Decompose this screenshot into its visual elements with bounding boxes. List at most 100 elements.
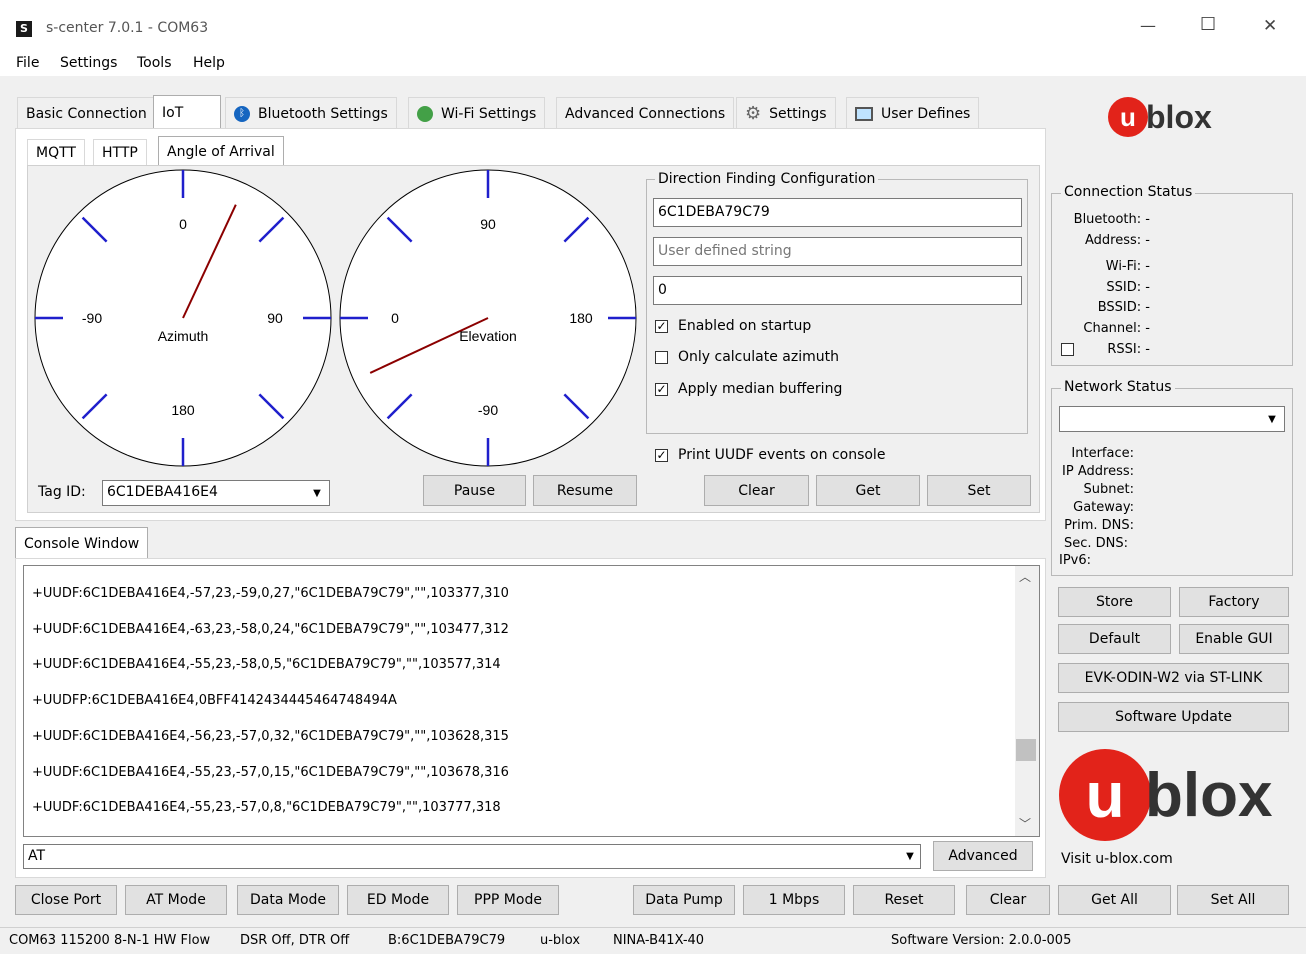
enable-gui-button[interactable]: Enable GUI — [1179, 624, 1289, 654]
bluetooth-status: Bluetooth: - — [1060, 212, 1150, 227]
azimuth-bottom-label: 180 — [171, 402, 195, 418]
scroll-down-icon[interactable]: ﹀ — [1019, 815, 1031, 832]
rssi-status: RSSI: - — [1060, 342, 1150, 357]
menu-settings[interactable]: Settings — [60, 55, 117, 71]
subtab-angle-of-arrival[interactable]: Angle of Arrival — [158, 136, 284, 166]
minimize-icon[interactable]: — — [1140, 16, 1156, 35]
status-value: - — [1145, 300, 1150, 315]
tab-iot[interactable]: IoT — [153, 95, 221, 129]
visit-ublox-link[interactable]: Visit u-blox.com — [1061, 851, 1173, 867]
scroll-thumb[interactable] — [1016, 739, 1036, 761]
status-vendor: u-blox — [540, 933, 581, 948]
network-interface-select[interactable] — [1059, 406, 1285, 432]
chevron-down-icon[interactable]: ▼ — [901, 845, 919, 868]
connection-status-title: Connection Status — [1061, 184, 1196, 200]
bluetooth-icon: ᛒ — [234, 105, 250, 122]
pause-button[interactable]: Pause — [423, 475, 526, 506]
set-config-button[interactable]: Set — [927, 475, 1031, 506]
interface-label: Interface: — [1071, 446, 1134, 461]
menu-file[interactable]: File — [16, 55, 39, 71]
ublox-logo-circle: u — [1108, 97, 1148, 137]
only-azimuth-checkbox[interactable] — [655, 351, 668, 364]
console-scrollbar[interactable] — [1015, 566, 1039, 836]
ed-mode-button[interactable]: ED Mode — [347, 885, 449, 915]
clear-config-button[interactable]: Clear — [704, 475, 809, 506]
get-config-button[interactable]: Get — [816, 475, 920, 506]
window-title: s-center 7.0.1 - COM63 — [46, 20, 209, 36]
tab-basic-connection[interactable]: Basic Connection — [17, 97, 156, 129]
channel-status: Channel: - — [1060, 321, 1150, 336]
software-update-button[interactable]: Software Update — [1058, 702, 1289, 732]
advanced-button[interactable]: Advanced — [933, 841, 1033, 871]
at-mode-button[interactable]: AT Mode — [125, 885, 227, 915]
number-field[interactable]: 0 — [653, 276, 1022, 305]
store-button[interactable]: Store — [1058, 587, 1171, 617]
status-value: - — [1145, 342, 1150, 357]
ublox-logo-circle: u — [1059, 749, 1151, 841]
direction-finding-config-title: Direction Finding Configuration — [655, 171, 879, 187]
status-value: - — [1145, 212, 1150, 227]
console-line: +UUDF:6C1DEBA416E4,-55,23,-58,0,5,"6C1DE… — [32, 657, 501, 672]
subtab-mqtt[interactable]: MQTT — [27, 139, 85, 165]
baud-rate-button[interactable]: 1 Mbps — [743, 885, 845, 915]
tab-wifi-settings[interactable]: Wi-Fi Settings — [408, 97, 546, 129]
azimuth-dial: 0 90 180 -90 Azimuth — [34, 169, 332, 467]
command-input[interactable]: AT — [23, 844, 921, 869]
app-icon: S — [16, 21, 32, 37]
tab-bluetooth-settings[interactable]: ᛒ Bluetooth Settings — [225, 97, 397, 129]
status-value: - — [1145, 280, 1150, 295]
resume-button[interactable]: Resume — [533, 475, 637, 506]
menu-tools[interactable]: Tools — [137, 55, 172, 71]
console-line: +UUDF:6C1DEBA416E4,-57,23,-59,0,27,"6C1D… — [32, 586, 509, 601]
tab-label: Basic Connection — [26, 105, 147, 122]
network-status-title: Network Status — [1061, 379, 1175, 395]
tab-label: Advanced Connections — [565, 105, 726, 122]
elevation-title: Elevation — [459, 328, 517, 344]
tab-label: MQTT — [36, 144, 76, 161]
status-dsr-dtr: DSR Off, DTR Off — [240, 933, 350, 948]
tab-label: Settings — [769, 105, 827, 122]
get-all-button[interactable]: Get All — [1058, 885, 1171, 915]
menu-help[interactable]: Help — [193, 55, 225, 71]
print-uudf-checkbox[interactable]: ✓ — [655, 449, 668, 462]
ppp-mode-button[interactable]: PPP Mode — [457, 885, 559, 915]
data-pump-button[interactable]: Data Pump — [633, 885, 735, 915]
anchor-id-field[interactable]: 6C1DEBA79C79 — [653, 198, 1022, 227]
secondary-dns-label: Sec. DNS: — [1063, 536, 1128, 551]
set-all-button[interactable]: Set All — [1177, 885, 1289, 915]
reset-button[interactable]: Reset — [853, 885, 955, 915]
status-label: Bluetooth: — [1073, 212, 1142, 227]
tab-label: Console Window — [24, 535, 140, 552]
ipv6-label: IPv6: — [1059, 553, 1092, 568]
maximize-icon[interactable]: ☐ — [1200, 14, 1216, 35]
elevation-top-label: 90 — [480, 216, 496, 232]
status-value: - — [1145, 321, 1150, 336]
elevation-bottom-label: -90 — [478, 402, 498, 418]
default-button[interactable]: Default — [1058, 624, 1171, 654]
subtab-http[interactable]: HTTP — [93, 139, 147, 165]
data-mode-button[interactable]: Data Mode — [237, 885, 339, 915]
subnet-label: Subnet: — [1083, 482, 1134, 497]
enabled-on-startup-checkbox[interactable]: ✓ — [655, 320, 668, 333]
close-icon[interactable]: ✕ — [1263, 16, 1277, 36]
factory-button[interactable]: Factory — [1179, 587, 1289, 617]
only-azimuth-label: Only calculate azimuth — [678, 349, 839, 365]
ublox-logo-u: u — [1085, 759, 1125, 831]
clear-console-button[interactable]: Clear — [966, 885, 1050, 915]
chevron-down-icon[interactable]: ▼ — [1263, 408, 1281, 430]
user-string-field[interactable]: User defined string — [653, 237, 1022, 266]
tab-label: Wi-Fi Settings — [441, 105, 537, 122]
tab-settings[interactable]: ⚙ Settings — [736, 97, 836, 129]
scroll-up-icon[interactable]: ︿ — [1019, 568, 1031, 585]
chevron-down-icon[interactable]: ▼ — [308, 481, 326, 505]
tab-advanced-connections[interactable]: Advanced Connections — [556, 97, 735, 129]
tab-console-window[interactable]: Console Window — [15, 527, 149, 559]
tab-user-defines[interactable]: User Defines — [846, 97, 980, 129]
tag-id-select[interactable]: 6C1DEBA416E4 — [102, 480, 330, 506]
evk-button[interactable]: EVK-ODIN-W2 via ST-LINK — [1058, 663, 1289, 693]
console-line: +UUDF:6C1DEBA416E4,-56,23,-57,0,32,"6C1D… — [32, 729, 509, 744]
wifi-icon — [417, 105, 433, 122]
azimuth-left-label: -90 — [82, 310, 102, 326]
close-port-button[interactable]: Close Port — [15, 885, 117, 915]
median-buffering-checkbox[interactable]: ✓ — [655, 383, 668, 396]
